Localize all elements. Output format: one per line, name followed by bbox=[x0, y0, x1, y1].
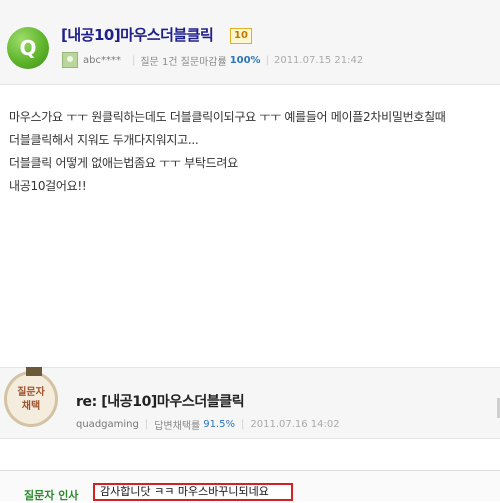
asker-greeting-label: 질문자 인사 bbox=[24, 489, 79, 502]
answer-adopt-rate: 91.5% bbox=[203, 419, 235, 430]
question-close-label: 질문 1건 질문마감률 bbox=[140, 56, 227, 68]
question-user-link[interactable]: abc**** bbox=[83, 55, 121, 66]
medal-ribbon bbox=[26, 367, 42, 376]
question-date: 2011.07.15 21:42 bbox=[273, 54, 364, 66]
asker-chosen-medal-icon: 질문자 채택 bbox=[4, 367, 58, 427]
user-avatar-icon bbox=[62, 52, 78, 68]
question-meta: abc**** | 질문 1건 질문마감률 100% | 2011.07.15 … bbox=[62, 52, 364, 68]
meta-divider: | bbox=[131, 54, 136, 66]
answer-meta: quadgaming | 답변채택률 91.5% | 2011.07.16 14… bbox=[76, 417, 340, 432]
body-line: 더블클릭 어떻게 없애는법좀요 ㅜㅜ 부탁드려요 bbox=[9, 156, 238, 170]
question-title[interactable]: [내공10]마우스더블클릭 bbox=[61, 24, 214, 45]
body-line: 내공10걸어요!! bbox=[9, 179, 87, 193]
body-line: 마우스가요 ㅜㅜ 원클릭하는데도 더블클릭이되구요 ㅜㅜ 예를들어 메이플2차비… bbox=[9, 110, 446, 124]
body-line: 더블클릭해서 지워도 두개다지워지고... bbox=[9, 133, 199, 147]
question-close-rate: 100% bbox=[229, 54, 261, 66]
asker-greeting-text: 감사합니닷 ㅋㅋ 마우스바꾸니되네요 bbox=[93, 483, 293, 501]
points-badge: 10 bbox=[230, 28, 252, 44]
meta-divider: | bbox=[241, 419, 245, 430]
question-body: 마우스가요 ㅜㅜ 원클릭하는데도 더블클릭이되구요 ㅜㅜ 예를들어 메이플2차비… bbox=[9, 106, 500, 198]
meta-divider: | bbox=[144, 419, 149, 430]
meta-divider: | bbox=[265, 54, 269, 66]
answer-adopt-label: 답변채택률 bbox=[154, 421, 201, 432]
medal-label-line2: 채택 bbox=[21, 401, 41, 412]
answer-user-link[interactable]: quadgaming bbox=[76, 419, 139, 430]
answer-title[interactable]: re: [내공10]마우스더블클릭 bbox=[76, 391, 245, 411]
question-q-icon: Q bbox=[7, 27, 49, 69]
medal-label-line1: 질문자 bbox=[17, 387, 45, 398]
answer-date: 2011.07.16 14:02 bbox=[250, 419, 340, 430]
